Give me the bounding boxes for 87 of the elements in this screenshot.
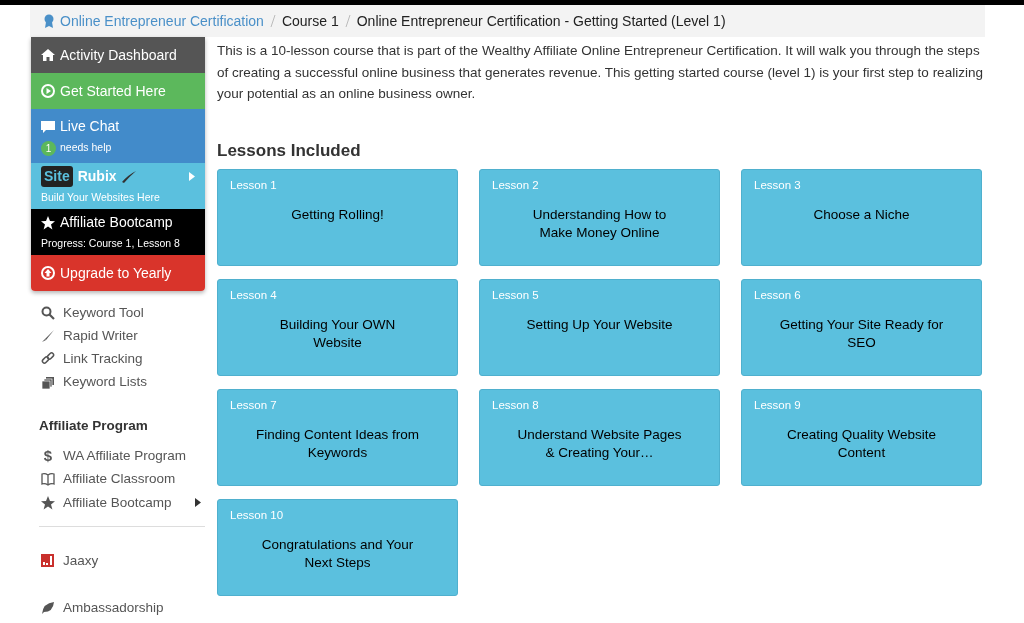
lesson-title: Finding Content Ideas from Keywords [255, 426, 420, 463]
menu-subtext: Progress: Course 1, Lesson 8 [41, 236, 180, 252]
sidebar-label: Keyword Lists [63, 373, 148, 392]
count-badge: 1 [41, 140, 56, 156]
home-icon [41, 48, 55, 62]
sidebar-label: Jaaxy [63, 551, 99, 570]
separator-icon [344, 15, 351, 27]
sidebar-item[interactable]: $ WA Affiliate Program [39, 444, 205, 468]
menu-label: Affiliate Bootcamp [60, 213, 173, 233]
menu-item[interactable]: Upgrade to Yearly [31, 255, 205, 291]
menu-item[interactable]: Live Chat 1 needs help [31, 109, 205, 163]
lesson-card[interactable]: Lesson 8 Understand Website Pages & Creating Your… [479, 388, 720, 486]
menu-subtext: Build Your Websites Here [41, 190, 160, 206]
chart-icon [41, 553, 55, 568]
sidebar-label: Ambassadorship [63, 599, 164, 618]
sidebar-item[interactable]: Link Tracking [39, 347, 205, 371]
play-icon [41, 84, 55, 98]
breadcrumb-item: Online Entrepreneur Certification - Getting Started (Level 1) [356, 11, 726, 31]
section-heading: Affiliate Program [39, 417, 149, 436]
lesson-card[interactable]: Lesson 2 Understanding How to Make Money Online [479, 168, 720, 266]
sidebar-item[interactable]: Rapid Writer [39, 324, 205, 348]
lesson-card[interactable]: Lesson 5 Setting Up Your Website [479, 278, 720, 376]
section-heading: Lessons Included [217, 140, 362, 161]
logo-site: Site [41, 166, 73, 188]
lesson-card[interactable]: Lesson 10 Congratulations and Your Next Steps [217, 498, 458, 596]
lesson-number: Lesson 9 [754, 397, 802, 413]
sidebar-item[interactable]: Ambassadorship [39, 596, 205, 620]
search-icon [41, 305, 55, 320]
sidebar-label: Keyword Tool [63, 303, 144, 322]
menu-item[interactable]: Site Rubix Build Your Websites Here [31, 163, 205, 209]
logo-rubix: Rubix [77, 167, 117, 187]
sidebar-label: WA Affiliate Program [63, 446, 187, 465]
menu-item[interactable]: Activity Dashboard [31, 37, 205, 73]
lesson-card[interactable]: Lesson 6 Getting Your Site Ready for SEO [741, 278, 982, 376]
menu-label: Get Started Here [60, 81, 166, 101]
lesson-title: Getting Rolling! [290, 206, 385, 225]
sidebar-item[interactable]: Keyword Lists [39, 370, 205, 395]
sidebar-label: Affiliate Bootcamp [63, 493, 172, 512]
sidebar-item[interactable]: Affiliate Classroom [39, 467, 205, 492]
lesson-card[interactable]: Lesson 4 Building Your OWN Website [217, 278, 458, 376]
lesson-number: Lesson 1 [230, 177, 278, 193]
lesson-number: Lesson 5 [492, 287, 540, 303]
lesson-card[interactable]: Lesson 9 Creating Quality Website Content [741, 388, 982, 486]
dollar-icon: $ [41, 444, 55, 468]
lesson-number: Lesson 8 [492, 397, 540, 413]
lesson-number: Lesson 2 [492, 177, 540, 193]
lesson-title: Setting Up Your Website [525, 316, 674, 335]
star-icon [41, 495, 55, 510]
ribbon-icon [44, 13, 54, 29]
lesson-title: Choose a Niche [812, 206, 911, 225]
menu-label: Activity Dashboard [60, 45, 177, 65]
lesson-card[interactable]: Lesson 3 Choose a Niche [741, 168, 982, 266]
lesson-number: Lesson 4 [230, 287, 278, 303]
star-icon [41, 215, 55, 230]
lesson-number: Lesson 6 [754, 287, 802, 303]
lesson-title: Creating Quality Website Content [785, 426, 938, 463]
lesson-title: Understand Website Pages & Creating Your… [516, 426, 683, 463]
link-icon [41, 352, 55, 367]
lesson-number: Lesson 3 [754, 177, 802, 193]
sidebar-label: Affiliate Classroom [63, 470, 176, 489]
book-icon [41, 472, 55, 487]
upload-icon [41, 266, 55, 280]
sidebar-item[interactable]: Affiliate Bootcamp [39, 491, 205, 515]
swoosh-icon [121, 170, 136, 183]
leaf-icon [41, 601, 55, 616]
sidebar-item[interactable]: Jaaxy [39, 549, 205, 573]
lesson-title: Understanding How to Make Money Online [531, 206, 668, 243]
lesson-card[interactable]: Lesson 1 Getting Rolling! [217, 168, 458, 266]
lesson-number: Lesson 10 [230, 507, 285, 523]
stack-icon [41, 375, 55, 390]
menu-label: Live Chat [60, 117, 120, 137]
caret-icon [189, 172, 195, 182]
sidebar-label: Link Tracking [63, 350, 143, 369]
lesson-card[interactable]: Lesson 7 Finding Content Ideas from Keywords [217, 388, 458, 486]
breadcrumb-item: Course 1 [281, 11, 339, 31]
course-description: This is a 10-lesson course that is part of the Wealthy Affiliate Online Entrepreneur Certification. It will walk you through the steps of creating a successful online business that generates revenue. This getting started course (level 1) is your first step to realizing your potential as an online business owner. [217, 42, 984, 103]
lesson-number: Lesson 7 [230, 397, 278, 413]
lesson-title: Congratulations and Your Next Steps [260, 536, 415, 573]
menu-item[interactable]: Affiliate Bootcamp Progress: Course 1, Lesson 8 [31, 209, 205, 255]
chat-icon [41, 119, 55, 134]
menu-label: Upgrade to Yearly [60, 263, 172, 283]
sidebar-item[interactable]: Keyword Tool [39, 301, 205, 325]
sidebar-label: Rapid Writer [63, 326, 138, 345]
separator-icon [269, 15, 276, 27]
lesson-title: Getting Your Site Ready for SEO [778, 316, 945, 353]
menu-subtext: needs help [60, 140, 112, 156]
lesson-title: Building Your OWN Website [278, 316, 397, 353]
